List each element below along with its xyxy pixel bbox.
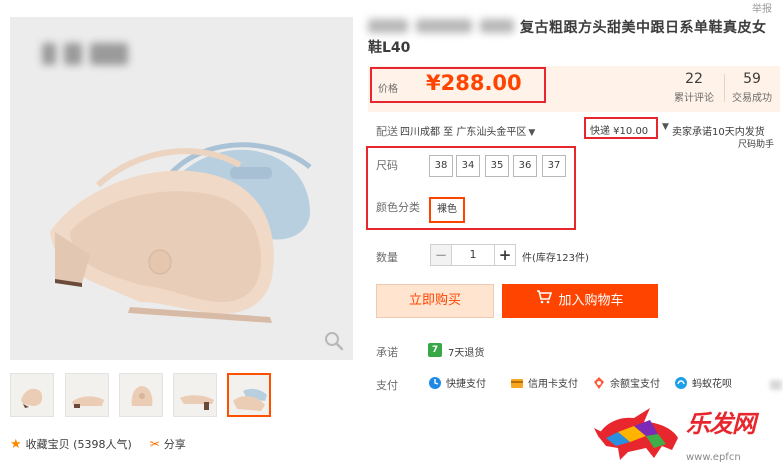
shipping-route-select[interactable]: 四川成都 至 广东汕头金平区 ▼ <box>400 123 535 138</box>
review-count-label: 累计评论 <box>674 93 714 104</box>
size-helper-link[interactable]: 尺码助手 <box>738 137 774 150</box>
thumbnail-3[interactable] <box>119 373 163 417</box>
side-blur <box>770 380 782 390</box>
stats-divider <box>724 74 725 102</box>
quantity-increase-button[interactable]: + <box>494 244 516 266</box>
cart-icon <box>536 284 553 318</box>
shipping-promise: 卖家承诺10天内发货 <box>672 127 765 138</box>
buy-now-button[interactable]: 立即购买 <box>376 284 494 318</box>
promise-text[interactable]: 7天退货 <box>448 344 484 359</box>
payment-huabei[interactable]: 蚂蚁花呗 <box>674 375 732 390</box>
favorite-row: ★ 收藏宝贝 (5398人气) ✂ 分享 <box>10 435 186 453</box>
title-prefix-blurred <box>368 17 518 35</box>
product-title-line2: 鞋L40 <box>368 40 411 56</box>
star-icon[interactable]: ★ <box>10 437 22 452</box>
payment-quick[interactable]: 快捷支付 <box>428 375 486 390</box>
chevron-down-icon[interactable]: ▼ <box>662 122 669 132</box>
payment-credit-card-label: 信用卡支付 <box>528 379 578 390</box>
sales-count-number: 59 <box>743 71 761 87</box>
size-option-34[interactable]: 34 <box>456 155 480 177</box>
favorite-link[interactable]: 收藏宝贝 (5398人气) <box>26 436 132 452</box>
quantity-input[interactable]: 1 <box>452 244 494 266</box>
promise-label: 承诺 <box>376 346 398 359</box>
shipping-fee[interactable]: 快递 ¥10.00 <box>590 122 648 137</box>
payment-quick-label: 快捷支付 <box>446 379 486 390</box>
review-count-number: 22 <box>685 71 703 87</box>
quick-pay-icon <box>429 376 441 389</box>
product-title-line1: 复古粗跟方头甜美中跟日系单鞋真皮女 <box>520 20 767 36</box>
review-count[interactable]: 22 累计评论 <box>670 71 718 104</box>
credit-card-icon <box>511 378 523 388</box>
payment-label: 支付 <box>376 379 398 392</box>
thumbnail-strip <box>10 373 353 419</box>
size-label: 尺码 <box>376 159 398 172</box>
share-link[interactable]: 分享 <box>164 436 186 452</box>
thumbnail-5-selected[interactable] <box>227 373 271 417</box>
huabei-icon <box>675 376 687 389</box>
watermark-text: 乐发网 <box>686 410 756 438</box>
quantity-label: 数量 <box>376 251 398 264</box>
price-label: 价格 <box>378 84 398 95</box>
sales-count-label: 交易成功 <box>732 93 772 104</box>
shipping-route-text: 四川成都 至 广东汕头金平区 <box>400 127 527 138</box>
seven-day-return-icon: 7 <box>428 343 442 357</box>
payment-yuebao[interactable]: 余额宝支付 <box>592 375 660 390</box>
main-product-image[interactable] <box>10 17 353 360</box>
watermark-url: www.epfcn <box>686 452 741 463</box>
stock-text: 件(库存123件) <box>522 253 589 264</box>
report-link[interactable]: 举报 <box>752 0 772 15</box>
add-to-cart-button[interactable]: 加入购物车 <box>502 284 658 318</box>
price-value: ¥288.00 <box>426 71 522 95</box>
size-option-38[interactable]: 38 <box>429 155 453 177</box>
store-logo-blurred <box>42 39 142 71</box>
quantity-decrease-button[interactable]: − <box>430 244 452 266</box>
thumbnail-2[interactable] <box>65 373 109 417</box>
sales-count[interactable]: 59 交易成功 <box>728 71 776 104</box>
size-option-36[interactable]: 36 <box>513 155 537 177</box>
color-option-nude[interactable]: 裸色 <box>429 197 465 223</box>
color-label: 颜色分类 <box>376 201 420 214</box>
size-option-37[interactable]: 37 <box>542 155 566 177</box>
size-option-35[interactable]: 35 <box>485 155 509 177</box>
share-icon[interactable]: ✂ <box>150 437 160 451</box>
zoom-icon[interactable] <box>323 330 345 352</box>
payment-credit-card[interactable]: 信用卡支付 <box>510 375 578 390</box>
yuebao-icon <box>594 376 604 389</box>
shipping-label: 配送 <box>376 125 398 138</box>
thumbnail-4[interactable] <box>173 373 217 417</box>
payment-yuebao-label: 余额宝支付 <box>610 379 660 390</box>
thumbnail-1[interactable] <box>10 373 54 417</box>
chevron-down-icon: ▼ <box>528 128 536 138</box>
payment-huabei-label: 蚂蚁花呗 <box>692 379 732 390</box>
add-to-cart-label: 加入购物车 <box>558 293 624 309</box>
